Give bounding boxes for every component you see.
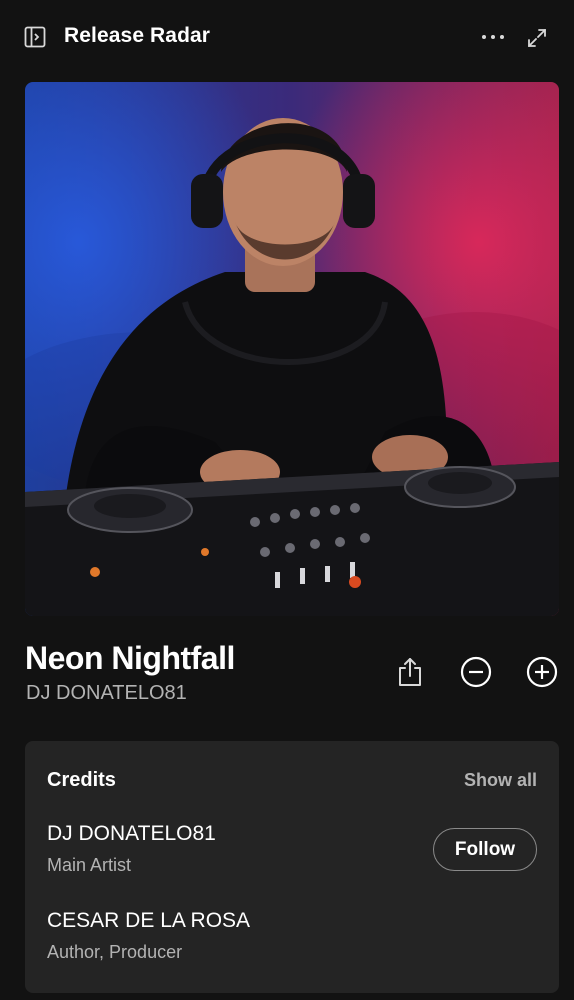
share-icon[interactable] (394, 656, 426, 688)
panel-title: Release Radar (64, 24, 211, 47)
track-title[interactable]: Neon Nightfall (25, 640, 235, 677)
credit-role: Author, Producer (47, 942, 183, 962)
expand-icon[interactable] (526, 27, 548, 49)
remove-icon[interactable] (460, 656, 492, 688)
track-artist[interactable]: DJ DONATELO81 (26, 682, 187, 705)
sidebar-toggle-icon[interactable] (24, 26, 46, 48)
credit-name[interactable]: DJ DONATELO81 (47, 822, 216, 846)
credits-heading: Credits (47, 769, 116, 791)
now-playing-panel: Release Radar Neon Nightfall DJ DONATELO… (0, 0, 574, 1000)
follow-button[interactable]: Follow (433, 828, 537, 871)
credit-role: Main Artist (47, 855, 132, 875)
cover-art-illustration (25, 118, 559, 616)
show-all-link[interactable]: Show all (464, 770, 537, 791)
panel-header: Release Radar (0, 0, 574, 76)
more-options-icon[interactable] (480, 26, 506, 48)
add-icon[interactable] (526, 656, 558, 688)
credits-card: Credits Show all DJ DONATELO81 Main Arti… (25, 741, 559, 993)
credit-name[interactable]: CESAR DE LA ROSA (47, 909, 250, 933)
cover-art (25, 82, 559, 616)
